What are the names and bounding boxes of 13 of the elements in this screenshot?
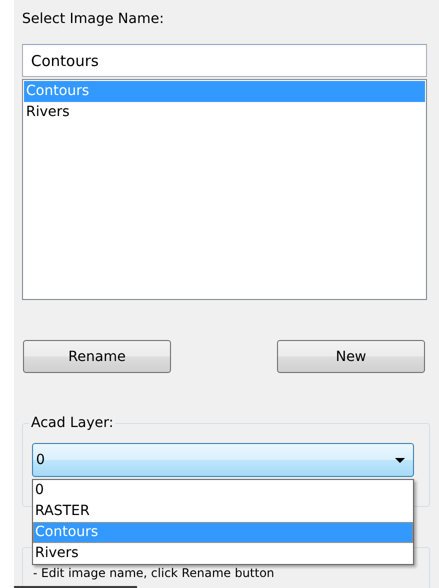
new-button[interactable]: New	[277, 340, 425, 373]
list-item[interactable]: Rivers	[24, 102, 425, 123]
rename-button[interactable]: Rename	[23, 340, 171, 373]
group-label: Acad Layer:	[30, 415, 114, 431]
hint-text: - Edit image name, click Rename button	[33, 567, 276, 580]
field-label: Select Image Name:	[22, 10, 165, 29]
layer-dropdown[interactable]: 0	[32, 443, 414, 477]
name-field[interactable]: Contours	[22, 44, 427, 77]
dropdown-option[interactable]: Rivers	[33, 543, 413, 564]
caret-icon	[395, 458, 405, 462]
image-list[interactable]: Contours Rivers	[22, 79, 427, 300]
dropdown-option[interactable]: 0	[33, 480, 413, 501]
dropdown-option[interactable]: RASTER	[33, 501, 413, 522]
